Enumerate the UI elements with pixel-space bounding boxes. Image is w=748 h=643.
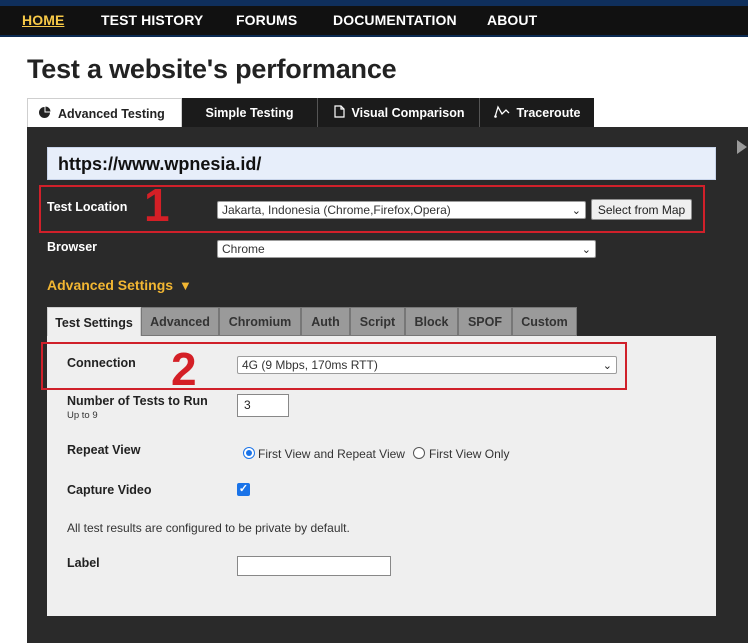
radio-first-and-repeat-view[interactable] (243, 447, 255, 459)
route-icon (493, 104, 510, 121)
connection-label: Connection (67, 356, 136, 370)
subtab-advanced[interactable]: Advanced (141, 307, 219, 336)
chevron-down-icon: ⌄ (581, 244, 591, 256)
tab-traceroute-label: Traceroute (516, 105, 581, 120)
browser-label: Browser (47, 240, 98, 254)
test-location-label: Test Location (47, 200, 128, 214)
first-and-repeat-view-label: First View and Repeat View (258, 447, 405, 461)
first-view-only-label: First View Only (429, 447, 510, 461)
tab-visual-comparison-label: Visual Comparison (351, 105, 465, 120)
subtab-auth[interactable]: Auth (301, 307, 350, 336)
annotation-number-1: 1 (144, 179, 170, 231)
tab-advanced-testing-label: Advanced Testing (58, 106, 165, 121)
tab-traceroute[interactable]: Traceroute (480, 98, 594, 127)
select-from-map-button[interactable]: Select from Map (591, 199, 692, 220)
nav-about-link[interactable]: ABOUT (487, 12, 537, 28)
annotation-number-2: 2 (171, 343, 197, 395)
tab-visual-comparison[interactable]: Visual Comparison (318, 98, 480, 127)
repeat-view-label: Repeat View (67, 443, 141, 457)
nav-home-link[interactable]: HOME (22, 12, 64, 28)
chevron-down-icon: ⌄ (602, 360, 612, 372)
nav-documentation-link[interactable]: DOCUMENTATION (333, 12, 457, 28)
expand-arrow-icon[interactable] (737, 140, 747, 154)
connection-select[interactable]: 4G (9 Mbps, 170ms RTT) ⌄ (237, 356, 617, 374)
test-location-select[interactable]: Jakarta, Indonesia (Chrome,Firefox,Opera… (217, 201, 586, 219)
subtab-block[interactable]: Block (405, 307, 458, 336)
tab-advanced-testing[interactable]: Advanced Testing (27, 98, 182, 128)
subtab-test-settings[interactable]: Test Settings (47, 307, 141, 337)
tab-simple-testing-label: Simple Testing (205, 105, 294, 120)
number-of-tests-input[interactable]: 3 (237, 394, 289, 417)
triangle-down-icon: ▼ (179, 278, 192, 293)
page-title: Test a website's performance (27, 54, 397, 84)
number-of-tests-label: Number of Tests to Run (67, 394, 208, 408)
connection-value: 4G (9 Mbps, 170ms RTT) (242, 358, 378, 372)
document-icon (333, 104, 345, 121)
nav-test-history-link[interactable]: TEST HISTORY (101, 12, 203, 28)
number-of-tests-hint: Up to 9 (67, 410, 98, 421)
nav-forums-link[interactable]: FORUMS (236, 12, 297, 28)
capture-video-label: Capture Video (67, 483, 152, 497)
top-navigation-bar: HOME TEST HISTORY FORUMS DOCUMENTATION A… (0, 0, 748, 37)
advanced-settings-toggle[interactable]: Advanced Settings ▼ (47, 277, 192, 293)
subtab-chromium[interactable]: Chromium (219, 307, 301, 336)
test-location-value: Jakarta, Indonesia (Chrome,Firefox,Opera… (222, 203, 451, 217)
subtab-script[interactable]: Script (350, 307, 405, 336)
url-input[interactable]: https://www.wpnesia.id/ (47, 147, 716, 180)
capture-video-checkbox[interactable]: ✓ (237, 483, 250, 496)
label-field-label: Label (67, 556, 100, 570)
radio-first-view-only[interactable] (413, 447, 425, 459)
tab-simple-testing[interactable]: Simple Testing (182, 98, 318, 127)
advanced-settings-label: Advanced Settings (47, 277, 174, 293)
browser-value: Chrome (222, 242, 265, 256)
label-input[interactable] (237, 556, 391, 576)
private-results-note: All test results are configured to be pr… (67, 521, 350, 535)
subtab-custom[interactable]: Custom (512, 307, 577, 336)
pie-chart-icon (38, 106, 51, 122)
chevron-down-icon: ⌄ (571, 205, 581, 217)
subtab-spof[interactable]: SPOF (458, 307, 512, 336)
browser-select[interactable]: Chrome ⌄ (217, 240, 596, 258)
